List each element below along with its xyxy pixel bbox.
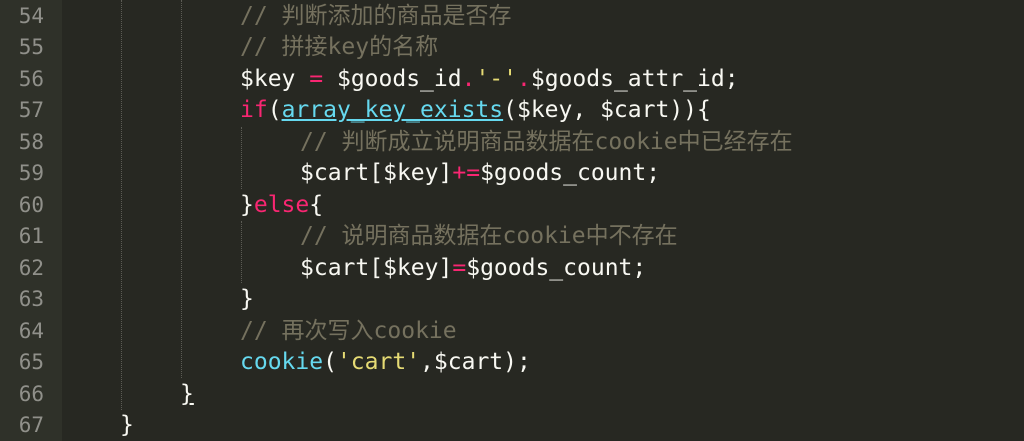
code-token: // 判断添加的商品是否存 [240, 3, 512, 29]
code-token: array_key_exists [281, 97, 504, 123]
code-text[interactable]: $key = $goods_id.'-'.$goods_attr_id; [240, 64, 739, 95]
code-text[interactable]: if(array_key_exists($key, $cart)){ [240, 95, 711, 126]
code-token: ; [724, 66, 739, 92]
code-token: } [240, 286, 254, 312]
code-text[interactable]: $cart[$key]=$goods_count; [300, 253, 646, 284]
code-token: , [572, 97, 601, 123]
code-line[interactable]: 67} [0, 410, 1024, 441]
code-text[interactable]: // 说明商品数据在cookie中不存在 [300, 221, 678, 252]
code-token: $goods_count [480, 160, 647, 186]
code-token: $cart [300, 160, 370, 186]
code-text[interactable]: }else{ [240, 190, 323, 221]
code-token: $cart [433, 349, 504, 375]
code-token: = [309, 66, 324, 92]
code-line[interactable]: 66} [0, 379, 1024, 410]
code-token: ( [323, 349, 337, 375]
code-text[interactable]: // 拼接key的名称 [240, 32, 438, 63]
code-token: $cart [300, 255, 370, 281]
indent-guide [181, 0, 182, 378]
code-line[interactable]: 64 // 再次写入cookie [0, 316, 1024, 347]
code-token: if [240, 97, 268, 123]
line-number: 67 [18, 413, 44, 437]
code-text[interactable]: } [180, 379, 194, 410]
line-number: 55 [18, 35, 44, 59]
code-line[interactable]: 65 cookie('cart',$cart); [0, 347, 1024, 378]
code-token: } [180, 381, 194, 407]
code-token: $goods_id [336, 66, 462, 92]
code-line[interactable]: 58 // 判断成立说明商品数据在cookie中已经存在 [0, 127, 1024, 158]
code-token: // 判断成立说明商品数据在cookie中已经存在 [300, 129, 793, 155]
code-text[interactable]: } [120, 410, 134, 441]
code-token: } [240, 192, 254, 218]
code-token: $key [383, 255, 439, 281]
code-token: ( [503, 97, 517, 123]
code-token: $key [383, 160, 439, 186]
code-line[interactable]: 62 $cart[$key]=$goods_count; [0, 253, 1024, 284]
code-token: // 再次写入cookie [240, 318, 457, 344]
code-text[interactable]: // 判断成立说明商品数据在cookie中已经存在 [300, 127, 793, 158]
code-text[interactable]: // 再次写入cookie [240, 316, 457, 347]
code-token: . [517, 66, 531, 92]
code-token: '-' [475, 66, 517, 92]
code-line[interactable]: 57 if(array_key_exists($key, $cart)){ [0, 95, 1024, 126]
indent-guide [121, 0, 122, 410]
line-number: 60 [18, 193, 44, 217]
line-number: 58 [18, 130, 44, 154]
code-token: $goods_count [466, 255, 633, 281]
code-token: $cart [600, 97, 670, 123]
line-number: 65 [18, 350, 44, 374]
line-number: 63 [18, 287, 44, 311]
code-token: ] [438, 160, 453, 186]
code-token: ; [632, 255, 647, 281]
code-token: { [309, 192, 324, 218]
code-line[interactable]: 61 // 说明商品数据在cookie中不存在 [0, 221, 1024, 252]
code-line[interactable]: 63} [0, 284, 1024, 315]
line-number: 59 [18, 161, 44, 185]
code-line[interactable]: 55 // 拼接key的名称 [0, 32, 1024, 63]
code-token: // 说明商品数据在cookie中不存在 [300, 223, 678, 249]
code-token: ; [646, 160, 661, 186]
code-token: $goods_attr_id [530, 66, 725, 92]
code-line[interactable]: 59 $cart[$key]+=$goods_count; [0, 158, 1024, 189]
code-text[interactable]: } [240, 284, 254, 315]
line-number: 54 [18, 4, 44, 28]
code-text[interactable]: $cart[$key]+=$goods_count; [300, 158, 660, 189]
code-token: ); [503, 349, 531, 375]
code-token: ] [438, 255, 453, 281]
code-editor[interactable]: 54 // 判断添加的商品是否存 55 // 拼接key的名称 56 $key = $go… [0, 0, 1024, 441]
line-number: 61 [18, 224, 44, 248]
code-token: )){ [669, 97, 711, 123]
code-text[interactable]: // 判断添加的商品是否存 [240, 1, 512, 32]
code-token: 'cart' [336, 349, 421, 375]
line-number: 66 [18, 382, 44, 406]
line-number: 64 [18, 319, 44, 343]
code-line[interactable]: 54 // 判断添加的商品是否存 [0, 1, 1024, 32]
indent-guide [241, 127, 242, 189]
code-token: else [253, 192, 310, 218]
code-token: ( [267, 97, 282, 123]
code-token: } [120, 412, 134, 438]
code-token: cookie [240, 349, 324, 375]
indent-guide [241, 221, 242, 283]
code-line[interactable]: 56 $key = $goods_id.'-'.$goods_attr_id; [0, 64, 1024, 95]
code-token: $key [240, 66, 296, 92]
code-line[interactable]: 60}else{ [0, 190, 1024, 221]
code-token: , [420, 349, 434, 375]
code-token: [ [369, 160, 384, 186]
code-token: $key [516, 97, 573, 123]
code-token: += [452, 160, 481, 186]
code-token: // 拼接key的名称 [240, 34, 439, 60]
line-number: 56 [18, 67, 44, 91]
line-number: 62 [18, 256, 44, 280]
line-number: 57 [18, 98, 44, 122]
code-token: = [452, 255, 467, 281]
code-text[interactable]: cookie('cart',$cart); [240, 347, 531, 378]
code-token: [ [369, 255, 384, 281]
code-token: . [461, 66, 476, 92]
